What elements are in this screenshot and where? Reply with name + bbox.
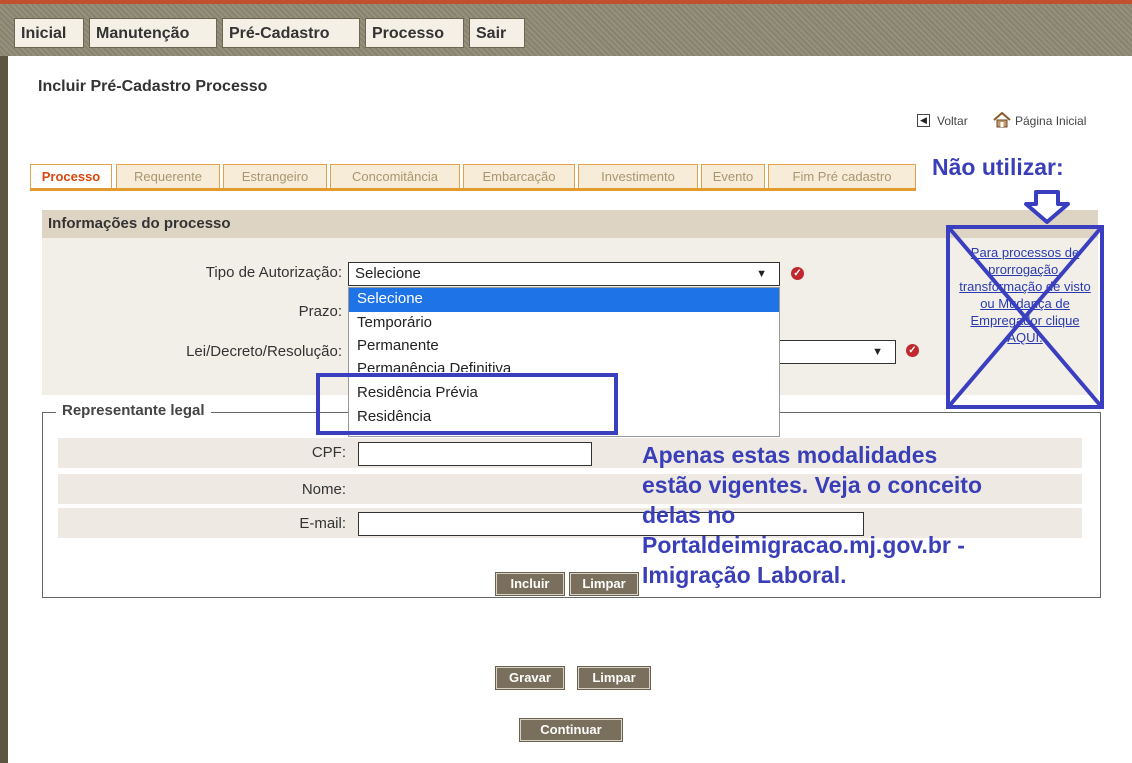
nao-utilizar-annotation: Não utilizar: bbox=[932, 154, 1064, 180]
nome-label: Nome: bbox=[301, 481, 346, 498]
back-link[interactable]: Voltar bbox=[937, 114, 968, 128]
lei-decreto-select[interactable]: ▼ bbox=[770, 340, 896, 364]
note-line: delas no bbox=[642, 502, 736, 528]
left-border bbox=[0, 56, 8, 763]
tab-processo[interactable]: Processo bbox=[30, 164, 112, 188]
section-title: Informações do processo bbox=[42, 210, 1098, 238]
tipo-autorizacao-label: Tipo de Autorização: bbox=[205, 264, 342, 281]
cross-out-icon bbox=[946, 225, 1104, 409]
menu-item-processo[interactable]: Processo bbox=[365, 18, 464, 48]
limpar-representante-button[interactable]: Limpar bbox=[569, 572, 639, 596]
page-title: Incluir Pré-Cadastro Processo bbox=[38, 78, 268, 95]
cpf-label: CPF: bbox=[311, 444, 346, 461]
email-label: E-mail: bbox=[299, 515, 346, 532]
menu-item-inicial[interactable]: Inicial bbox=[14, 18, 84, 48]
highlight-box bbox=[316, 373, 618, 435]
option-selecione[interactable]: Selecione bbox=[349, 288, 779, 312]
tab-requerente[interactable]: Requerente bbox=[116, 164, 220, 188]
continuar-button[interactable]: Continuar bbox=[519, 718, 623, 742]
menu-item-sair[interactable]: Sair bbox=[469, 18, 525, 48]
chevron-down-icon: ▼ bbox=[872, 346, 883, 358]
tab-underline bbox=[30, 188, 916, 191]
home-icon[interactable] bbox=[993, 111, 1011, 128]
prazo-label: Prazo: bbox=[298, 303, 342, 320]
tipo-autorizacao-value: Selecione bbox=[355, 265, 421, 282]
required-icon: ✓ bbox=[906, 344, 919, 357]
incluir-button[interactable]: Incluir bbox=[495, 572, 565, 596]
tab-evento[interactable]: Evento bbox=[701, 164, 765, 188]
note-line: estão vigentes. Veja o conceito bbox=[642, 472, 983, 498]
note-line: Portaldeimigracao.mj.gov.br - bbox=[642, 532, 965, 558]
representante-legend: Representante legal bbox=[56, 402, 211, 419]
back-icon[interactable]: ◀ bbox=[917, 114, 930, 127]
tab-fim-pre-cadastro[interactable]: Fim Pré cadastro bbox=[768, 164, 916, 188]
gravar-button[interactable]: Gravar bbox=[495, 666, 565, 690]
arrow-down-icon bbox=[1022, 190, 1072, 224]
note-line: Imigração Laboral. bbox=[642, 562, 847, 588]
option-temporario[interactable]: Temporário bbox=[349, 312, 779, 336]
home-link[interactable]: Página Inicial bbox=[1015, 114, 1086, 128]
menu-item-manutencao[interactable]: Manutenção bbox=[89, 18, 217, 48]
limpar-button[interactable]: Limpar bbox=[577, 666, 651, 690]
tab-embarcacao[interactable]: Embarcação bbox=[463, 164, 575, 188]
tab-estrangeiro[interactable]: Estrangeiro bbox=[223, 164, 327, 188]
menu-item-pre-cadastro[interactable]: Pré-Cadastro bbox=[222, 18, 360, 48]
tab-investimento[interactable]: Investimento bbox=[578, 164, 698, 188]
option-permanente[interactable]: Permanente bbox=[349, 335, 779, 359]
lei-decreto-label: Lei/Decreto/Resolução: bbox=[186, 343, 342, 360]
note-line: Apenas estas modalidades bbox=[642, 442, 938, 468]
tab-concomitancia[interactable]: Concomitância bbox=[330, 164, 460, 188]
chevron-down-icon: ▼ bbox=[756, 268, 767, 280]
option-permanencia-definitiva[interactable]: Permanência Definitiva bbox=[349, 358, 779, 372]
cpf-input[interactable] bbox=[358, 442, 592, 466]
tipo-autorizacao-select[interactable]: Selecione ▼ bbox=[348, 262, 780, 286]
required-icon: ✓ bbox=[791, 267, 804, 280]
vigentes-note: Apenas estas modalidades estão vigentes.… bbox=[642, 440, 982, 590]
